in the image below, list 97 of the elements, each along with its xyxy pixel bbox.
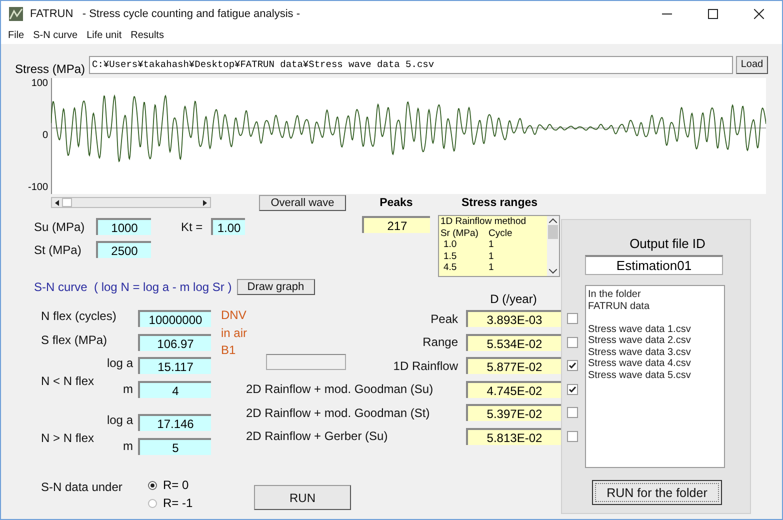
m-field[interactable]: 5 — [138, 438, 211, 455]
field-label: m — [123, 439, 134, 454]
csv-file-entry[interactable]: Stress wave data 3.csv — [588, 346, 722, 358]
damage-field[interactable]: 5.534E-02 — [466, 334, 561, 351]
peaks-heading: Peaks — [380, 196, 413, 211]
su-field[interactable]: 1000 — [96, 218, 151, 235]
field-label: m — [123, 382, 134, 396]
radio-label: R= -1 — [163, 496, 193, 510]
stress-axis-label: Stress (MPa) — [15, 62, 86, 76]
damage-field[interactable]: 4.745E-02 — [466, 380, 561, 398]
standard-label: B1 — [221, 342, 237, 359]
close-icon[interactable] — [754, 9, 764, 19]
app-icon — [9, 7, 23, 21]
menu-item[interactable]: File — [8, 30, 24, 41]
list-cell-text: 1.5 — [442, 250, 458, 262]
sn-curve-heading: S-N curve ( log N = log a - m log Sr ) — [34, 280, 232, 294]
field-label: Kt = — [181, 220, 204, 234]
stress-ranges-heading: Stress ranges — [461, 196, 538, 211]
menu-item[interactable]: S-N curve — [33, 30, 78, 41]
run-button[interactable]: RUN — [254, 485, 351, 510]
horizontal-scrollbar[interactable] — [51, 197, 211, 208]
menu-item[interactable]: Life unit — [86, 30, 122, 41]
draw-graph-button[interactable]: Draw graph — [236, 278, 315, 294]
damage-field[interactable]: 3.893E-03 — [466, 310, 561, 328]
result-label: 2D Rainflow + mod. Goodman (Su) — [246, 382, 434, 396]
scroll-up-icon[interactable] — [549, 218, 558, 223]
field-label: N flex (cycles) — [41, 309, 118, 323]
damage-field[interactable]: 5.877E-02 — [466, 357, 561, 374]
axis-tick-label: 100 — [31, 78, 48, 90]
load-button[interactable]: Load — [736, 56, 768, 74]
file-list[interactable]: In the folder FATRUN data Stress wave data 1.csv Stress wave data 2.csv Stress wave data 3.csv Stress wave data 4.csv Stress wave data 5.csv — [585, 285, 725, 468]
run-folder-button[interactable]: RUN for the folder — [592, 480, 722, 505]
column-header: Sr (MPa) — [440, 228, 480, 239]
output-id-field[interactable]: Estimation01 — [585, 255, 723, 275]
list-cell-text: 1.0 — [442, 239, 458, 250]
field-label: log a — [106, 356, 134, 370]
scroll-thumb[interactable] — [548, 225, 558, 239]
kt-field[interactable]: 1.00 — [211, 218, 245, 235]
list-cell: 1 — [488, 250, 494, 262]
list-line: 1D Rainflow method — [440, 216, 528, 228]
stress-ranges-list[interactable]: 1D Rainflow method Sr (MPa) Cycle 1.0 1 1.5 1 4.5 1 — [438, 215, 560, 277]
window-title: FATRUN - Stress cycle counting and fatigue analysis - — [30, 8, 300, 20]
log-a-field[interactable]: 15.117 — [138, 357, 211, 374]
damage-heading: D (/year) — [489, 293, 538, 307]
csv-file-entry[interactable]: Stress wave data 1.csv — [588, 324, 722, 335]
list-cell: 1 — [488, 239, 494, 250]
range-label: N < N flex — [41, 374, 96, 388]
field-label: log a — [106, 412, 134, 427]
output-id-heading: Output file ID — [628, 236, 706, 251]
result-label: 2D Rainflow + mod. Goodman (St) — [246, 406, 430, 420]
radio-button[interactable] — [148, 480, 157, 490]
scroll-down-icon[interactable] — [549, 269, 558, 274]
m-field[interactable]: 4 — [138, 380, 211, 398]
damage-field[interactable]: 5.397E-02 — [466, 404, 561, 422]
scroll-right-icon[interactable] — [202, 200, 208, 206]
radio-label: R= 0 — [163, 478, 189, 492]
damage-field[interactable]: 5.813E-02 — [466, 428, 561, 445]
csv-file-entry[interactable]: Stress wave data 5.csv — [588, 370, 722, 381]
st-field[interactable]: 2500 — [96, 241, 151, 258]
overall-wave-button[interactable]: Overall wave — [259, 194, 346, 210]
file-path-field[interactable]: C:¥Users¥takahash¥Desktop¥FATRUN data¥Stress wave data 5.csv — [89, 56, 733, 74]
checkbox[interactable] — [567, 430, 578, 442]
field-label: Su (MPa) — [34, 220, 86, 234]
peaks-field[interactable]: 217 — [362, 216, 430, 233]
list-cell-text: 4.5 — [442, 262, 458, 274]
result-label: Range — [422, 335, 458, 350]
list-line: FATRUN data — [588, 300, 650, 312]
axis-tick-label: 0 — [42, 130, 48, 142]
radio-button[interactable] — [148, 498, 157, 508]
field-label: S-N data under — [41, 480, 122, 494]
axis-tick-label: -100 — [28, 182, 48, 194]
s-flex-field[interactable]: 106.97 — [138, 334, 211, 351]
range-label: N > N flex — [41, 430, 96, 444]
standard-label: in air — [221, 324, 248, 342]
maximize-icon[interactable] — [708, 9, 718, 19]
vertical-scrollbar[interactable] — [547, 216, 560, 276]
field-label: S flex (MPa) — [41, 332, 108, 346]
scroll-thumb[interactable] — [62, 198, 72, 207]
standard-label: DNV — [221, 307, 248, 324]
list-cell: 1 — [488, 262, 494, 274]
menu-item[interactable]: Results — [130, 30, 164, 41]
result-label: 2D Rainflow + Gerber (Su) — [246, 429, 388, 444]
n-flex-field[interactable]: 10000000 — [138, 310, 211, 328]
scroll-left-icon[interactable] — [54, 200, 60, 206]
column-header: Cycle — [488, 228, 512, 239]
log-a-field[interactable]: 17.146 — [138, 414, 211, 432]
list-line: In the folder — [588, 289, 642, 300]
checkbox[interactable] — [567, 336, 578, 348]
checkbox[interactable] — [567, 384, 578, 394]
csv-file-entry[interactable]: Stress wave data 4.csv — [588, 358, 722, 370]
checkbox[interactable] — [567, 360, 578, 371]
checkbox[interactable] — [567, 313, 578, 324]
checkbox[interactable] — [567, 407, 578, 418]
result-label: Peak — [430, 312, 458, 326]
result-label: 1D Rainflow — [393, 358, 458, 373]
field-label: St (MPa) — [34, 242, 82, 256]
csv-file-entry[interactable]: Stress wave data 2.csv — [588, 335, 722, 346]
